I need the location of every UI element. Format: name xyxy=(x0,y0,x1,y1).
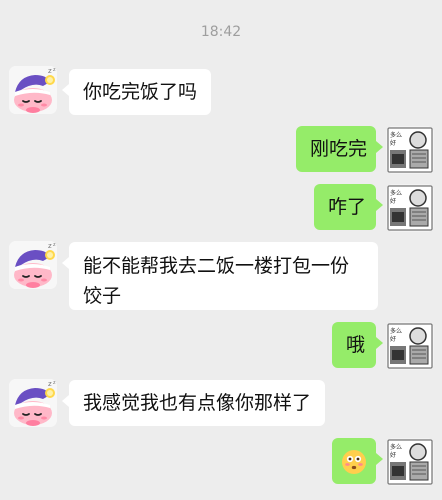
svg-text:多么: 多么 xyxy=(390,131,402,139)
sleeping-character-icon: z z xyxy=(9,66,57,114)
manga-sticker-icon: 多么 好 xyxy=(386,438,434,486)
manga-sticker-icon: 多么 好 xyxy=(386,322,434,370)
my-avatar[interactable]: 多么 好 xyxy=(386,184,434,232)
message-bubble-incoming[interactable]: 我感觉我也有点像你那样了 xyxy=(61,380,326,426)
sleeping-character-icon: z z xyxy=(9,379,57,427)
sleeping-character-icon: z z xyxy=(9,241,57,289)
my-avatar[interactable]: 多么 好 xyxy=(386,438,434,486)
message-bubble-outgoing[interactable]: 刚吃完 xyxy=(296,126,383,172)
svg-text:z: z xyxy=(48,242,52,250)
message-bubble-outgoing-emoji[interactable] xyxy=(332,438,383,484)
svg-text:好: 好 xyxy=(390,197,396,205)
svg-text:好: 好 xyxy=(390,451,396,459)
svg-text:z: z xyxy=(48,67,52,75)
svg-text:多么: 多么 xyxy=(390,443,402,451)
contact-avatar[interactable]: z z xyxy=(9,379,57,427)
message-bubble-incoming[interactable]: 能不能帮我去二饭一楼打包一份饺子 xyxy=(62,242,378,310)
manga-sticker-icon: 多么 好 xyxy=(386,126,434,174)
timestamp: 18:42 xyxy=(200,24,242,40)
svg-text:好: 好 xyxy=(390,335,396,343)
message-bubble-outgoing[interactable]: 哦 xyxy=(332,322,383,368)
contact-avatar[interactable]: z z xyxy=(9,241,57,289)
contact-avatar[interactable]: z z xyxy=(9,66,57,114)
svg-text:多么: 多么 xyxy=(390,189,402,197)
flushed-face-emoji-icon xyxy=(340,448,368,476)
manga-sticker-icon: 多么 好 xyxy=(386,184,434,232)
svg-text:z: z xyxy=(48,380,52,388)
my-avatar[interactable]: 多么 好 xyxy=(386,322,434,370)
svg-text:z: z xyxy=(53,67,56,73)
chat-view: 18:42 z z 你吃完饭了吗 刚吃完 多么 好 咋了 多么 好 z z 能不… xyxy=(0,0,442,500)
svg-text:z: z xyxy=(53,242,56,248)
my-avatar[interactable]: 多么 好 xyxy=(386,126,434,174)
message-bubble-outgoing[interactable]: 咋了 xyxy=(314,184,383,230)
svg-text:多么: 多么 xyxy=(390,327,402,335)
message-bubble-incoming[interactable]: 你吃完饭了吗 xyxy=(61,69,212,115)
svg-text:好: 好 xyxy=(390,139,396,147)
svg-text:z: z xyxy=(53,380,56,386)
